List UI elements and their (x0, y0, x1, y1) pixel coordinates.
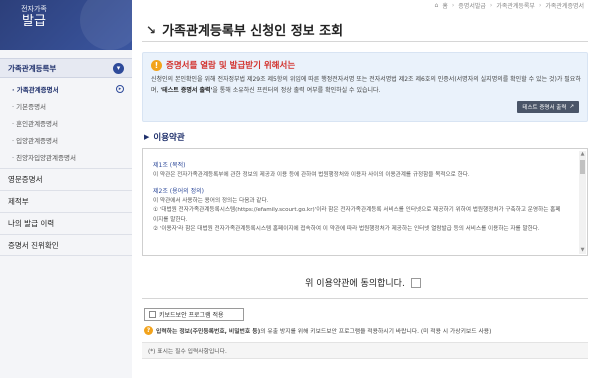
terms-scrollbar[interactable]: ▲ ▼ (579, 151, 586, 254)
external-link-icon: ↗ (569, 104, 574, 110)
notice-title-text: 증명서를 열람 및 발급받기 위해서는 (166, 61, 296, 71)
breadcrumb-separator-icon: › (489, 1, 493, 9)
title-marker-icon: ↘ (146, 22, 157, 37)
sidebar-item-label: · 가족관계증명서 (12, 85, 59, 94)
sidebar-item-label: · 혼인관계증명서 (12, 119, 58, 128)
article-2-title: 제2조 (용어의 정의) (153, 188, 204, 195)
agree-checkbox[interactable] (410, 277, 421, 288)
sidebar-item-english-cert[interactable]: 영문증명서 (0, 168, 132, 190)
page-title: ↘ 가족관계등록부 신청인 정보 조회 (146, 20, 344, 40)
required-note: (*) 표시는 필수 입력사항입니다. (142, 342, 588, 359)
sidebar-item-removal-register[interactable]: 제적부 (0, 190, 132, 212)
logo-text: 전자가족 발급 (10, 4, 58, 30)
sidebar-group-family-register[interactable]: 가족관계등록부 ▾ (0, 58, 132, 78)
breadcrumb-item[interactable]: 증명서발급 (458, 1, 486, 10)
sidebar-item-family-cert[interactable]: · 가족관계증명서 ▸ (0, 80, 132, 97)
page-title-text: 가족관계등록부 신청인 정보 조회 (162, 24, 344, 39)
keyboard-notice: ? 입력하는 정보(주민등록번호, 비밀번호 등)의 유출 방지를 위해 키보드… (144, 326, 491, 335)
keyboard-notice-rest: 의 유출 방지를 위해 키보드보안 프로그램을 적용하시기 바랍니다. (미 적… (260, 329, 492, 335)
arrow-circle-icon: ▸ (116, 84, 124, 93)
sidebar-item-basic-cert[interactable]: · 기본증명서 (0, 97, 132, 114)
article-1-title: 제1조 (목적) (153, 162, 186, 169)
logo-decoration (80, 0, 132, 50)
sidebar-group-label: 가족관계등록부 (8, 63, 57, 73)
agree-divider (142, 298, 588, 299)
article-2-intro: 이 약관에서 사용하는 용어의 정의는 다음과 같다. (153, 197, 269, 204)
sidebar-item-label: 영문증명서 (8, 175, 43, 184)
scroll-down-icon[interactable]: ▼ (579, 247, 586, 254)
title-divider (142, 41, 588, 42)
keyboard-security-checkbox[interactable] (149, 311, 156, 318)
logo-line1: 전자가족 (21, 5, 47, 13)
terms-box[interactable]: 제1조 (목적) 이 약관은 전자가족관계등록부에 관한 정보의 제공과 이용 … (142, 148, 588, 256)
notice-body-text-end: 을 통해 소유하신 프린터의 정상 출력 여부를 확인하실 수 있습니다. (212, 86, 381, 94)
terms-section-title: ▶ 이용약관 (144, 131, 185, 143)
breadcrumb-item[interactable]: 홈 (442, 1, 448, 10)
sidebar-item-label: 증명서 진위확인 (8, 240, 59, 250)
sidebar-item-adoption-cert[interactable]: · 입양관계증명서 (0, 131, 132, 148)
terms-section-title-text: 이용약관 (153, 133, 185, 143)
notice-body: 신청인의 본인확인을 위해 전자정부법 제29조 제5항의 위임에 따른 행정전… (151, 75, 581, 96)
scroll-up-icon[interactable]: ▲ (579, 151, 586, 158)
test-print-button-label: 테스트 증명서 출력 (522, 105, 567, 111)
agree-row: 위 이용약관에 동의합니다. (132, 276, 594, 289)
required-note-text: (*) 표시는 필수 입력사항입니다. (148, 349, 227, 355)
logo-line2: 발급 (22, 14, 46, 29)
site-logo[interactable]: 전자가족 발급 (0, 0, 132, 50)
keyboard-security-button[interactable]: 키보드보안 프로그램 적용 (144, 308, 244, 321)
article-2-item-1: ① '대법원 전자가족관계등록시스템(https://efamily.scour… (153, 207, 561, 223)
breadcrumb: ⌂ 홈 › 증명서발급 › 가족관계등록부 › 가족관계증명서 (435, 0, 584, 10)
breadcrumb-separator-icon: › (538, 1, 542, 9)
sidebar-item-full-adoption-cert[interactable]: · 친양자입양관계증명서 (0, 148, 132, 165)
breadcrumb-item-current: 가족관계증명서 (545, 2, 584, 10)
breadcrumb-item[interactable]: 가족관계등록부 (496, 1, 535, 10)
scroll-thumb[interactable] (580, 160, 585, 174)
main-content: ⌂ 홈 › 증명서발급 › 가족관계등록부 › 가족관계증명서 ↘ 가족관계등록… (132, 0, 594, 378)
notice-body-emphasis: '테스트 증명서 출력' (160, 86, 213, 94)
sidebar-item-my-history[interactable]: 나의 발급 이력 (0, 212, 132, 234)
keyboard-notice-bold: 입력하는 정보(주민등록번호, 비밀번호 등) (156, 329, 261, 335)
agree-label: 위 이용약관에 동의합니다. (305, 279, 405, 289)
triangle-right-icon: ▶ (144, 133, 150, 141)
sidebar-item-label: · 기본증명서 (12, 102, 47, 111)
article-1-body: 이 약관은 전자가족관계등록부에 관한 정보의 제공과 이용 등에 관하여 법원… (153, 171, 470, 178)
sidebar: 전자가족 발급 가족관계등록부 ▾ · 가족관계증명서 ▸ · 기본증명서 · … (0, 0, 132, 378)
article-2-item-2: ② '이용자'라 함은 대법원 전자가족관계등록시스템 홈페이지에 접속하여 이… (153, 226, 540, 232)
test-print-button[interactable]: 테스트 증명서 출력 ↗ (517, 101, 579, 113)
warning-icon: ! (151, 59, 162, 71)
notice-box: ! 증명서를 열람 및 발급받기 위해서는 신청인의 본인확인을 위해 전자정부… (142, 52, 588, 122)
sidebar-item-verify-cert[interactable]: 증명서 진위확인 (0, 234, 132, 256)
sidebar-item-marriage-cert[interactable]: · 혼인관계증명서 (0, 114, 132, 131)
question-icon: ? (144, 326, 153, 335)
collapse-icon[interactable]: ▾ (113, 62, 124, 74)
keyboard-notice-text: 입력하는 정보(주민등록번호, 비밀번호 등)의 유출 방지를 위해 키보드보안… (156, 326, 491, 335)
sidebar-item-label: 제적부 (8, 197, 29, 206)
breadcrumb-separator-icon: › (451, 1, 455, 9)
sidebar-item-label: · 친양자입양관계증명서 (12, 153, 76, 162)
sidebar-item-label: 나의 발급 이력 (8, 219, 55, 228)
sidebar-item-label: · 입양관계증명서 (12, 136, 58, 145)
home-icon[interactable]: ⌂ (435, 2, 439, 9)
terms-content: 제1조 (목적) 이 약관은 전자가족관계등록부에 관한 정보의 제공과 이용 … (153, 161, 561, 235)
keyboard-security-label: 키보드보안 프로그램 적용 (159, 312, 224, 319)
notice-title: ! 증명서를 열람 및 발급받기 위해서는 (151, 59, 295, 71)
